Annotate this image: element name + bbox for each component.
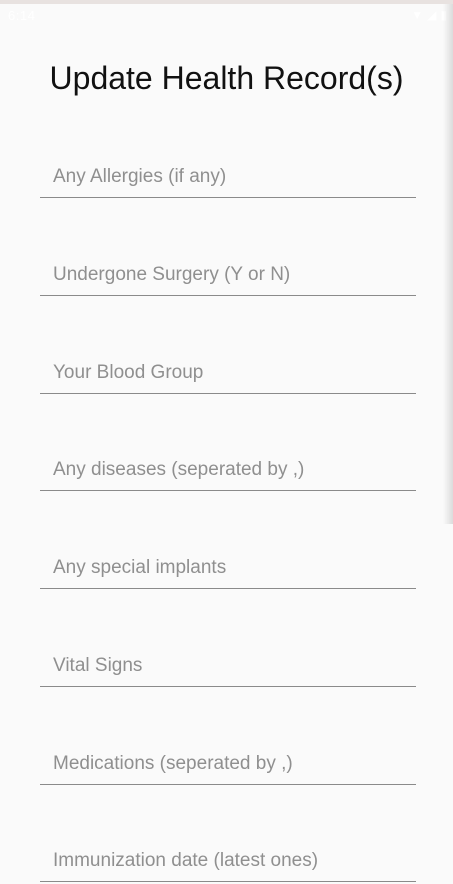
blood-group-field[interactable] xyxy=(40,354,416,394)
page-title: Update Health Record(s) xyxy=(49,60,404,96)
allergies-field[interactable] xyxy=(40,158,416,198)
status-icons: ▼ ◢ ▮ xyxy=(411,8,447,22)
vital-signs-field[interactable] xyxy=(40,647,416,687)
surgery-field[interactable] xyxy=(40,256,416,296)
medications-input[interactable] xyxy=(40,745,416,783)
vital-signs-input[interactable] xyxy=(40,647,416,685)
surgery-input[interactable] xyxy=(40,256,416,294)
immunization-date-field[interactable] xyxy=(40,842,416,882)
immunization-date-input[interactable] xyxy=(40,842,416,880)
status-time: 6:14 xyxy=(8,8,36,23)
implants-input[interactable] xyxy=(40,549,416,587)
signal-icon: ◢ xyxy=(427,8,437,22)
blood-group-input[interactable] xyxy=(40,354,416,392)
implants-field[interactable] xyxy=(40,549,416,589)
diseases-input[interactable] xyxy=(40,451,416,489)
diseases-field[interactable] xyxy=(40,451,416,491)
status-bar: 6:14 ▼ ◢ ▮ xyxy=(0,4,453,28)
medications-field[interactable] xyxy=(40,745,416,785)
wifi-icon: ▼ xyxy=(411,8,424,22)
allergies-input[interactable] xyxy=(40,158,416,196)
